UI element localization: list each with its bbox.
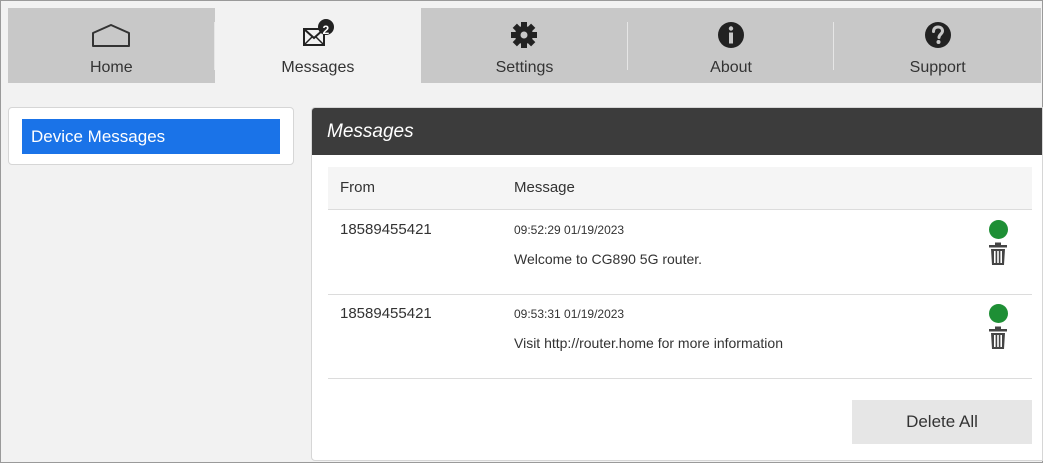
column-header-from: From: [340, 179, 375, 196]
column-header-message: Message: [514, 179, 575, 196]
trash-icon: [989, 326, 1007, 349]
home-icon: [91, 18, 131, 52]
delete-message-button[interactable]: [988, 326, 1008, 350]
unread-status-icon: [989, 220, 1008, 239]
table-header: From Message: [328, 167, 1032, 210]
message-sender: 18589455421: [340, 221, 432, 238]
messages-panel: Messages From Message 18589455421 09:52:…: [311, 107, 1043, 461]
nav-settings[interactable]: Settings: [421, 8, 628, 83]
nav-home[interactable]: Home: [8, 8, 215, 83]
nav-support-label: Support: [909, 59, 966, 76]
nav-about[interactable]: About: [628, 8, 835, 83]
envelope-icon: 2: [298, 18, 338, 52]
message-text: Welcome to CG890 5G router.: [514, 251, 703, 267]
message-sender: 18589455421: [340, 305, 432, 322]
sidebar: Device Messages: [8, 107, 294, 165]
panel-title: Messages: [312, 108, 1042, 155]
delete-all-button[interactable]: Delete All: [852, 400, 1032, 444]
trash-icon: [989, 242, 1007, 265]
message-row: 18589455421 09:52:29 01/19/2023 Welcome …: [328, 210, 1032, 295]
nav-settings-label: Settings: [495, 59, 554, 76]
gear-icon: [504, 18, 544, 52]
sidebar-item-device-messages[interactable]: Device Messages: [22, 119, 280, 154]
top-nav: Home 2 Messages Settings About Support: [8, 8, 1041, 83]
nav-home-label: Home: [89, 59, 133, 76]
message-timestamp: 09:53:31 01/19/2023: [514, 307, 625, 321]
nav-support[interactable]: Support: [834, 8, 1041, 83]
nav-messages-label: Messages: [281, 59, 355, 76]
messages-badge: 2: [322, 23, 330, 37]
message-row: 18589455421 09:53:31 01/19/2023 Visit ht…: [328, 294, 1032, 379]
delete-message-button[interactable]: [988, 242, 1008, 266]
info-icon: [711, 18, 751, 52]
nav-messages[interactable]: 2 Messages: [214, 8, 422, 83]
unread-status-icon: [989, 304, 1008, 323]
message-timestamp: 09:52:29 01/19/2023: [514, 223, 625, 237]
nav-about-label: About: [710, 59, 752, 76]
question-icon: [918, 18, 958, 52]
message-text: Visit http://router.home for more inform…: [514, 335, 783, 351]
